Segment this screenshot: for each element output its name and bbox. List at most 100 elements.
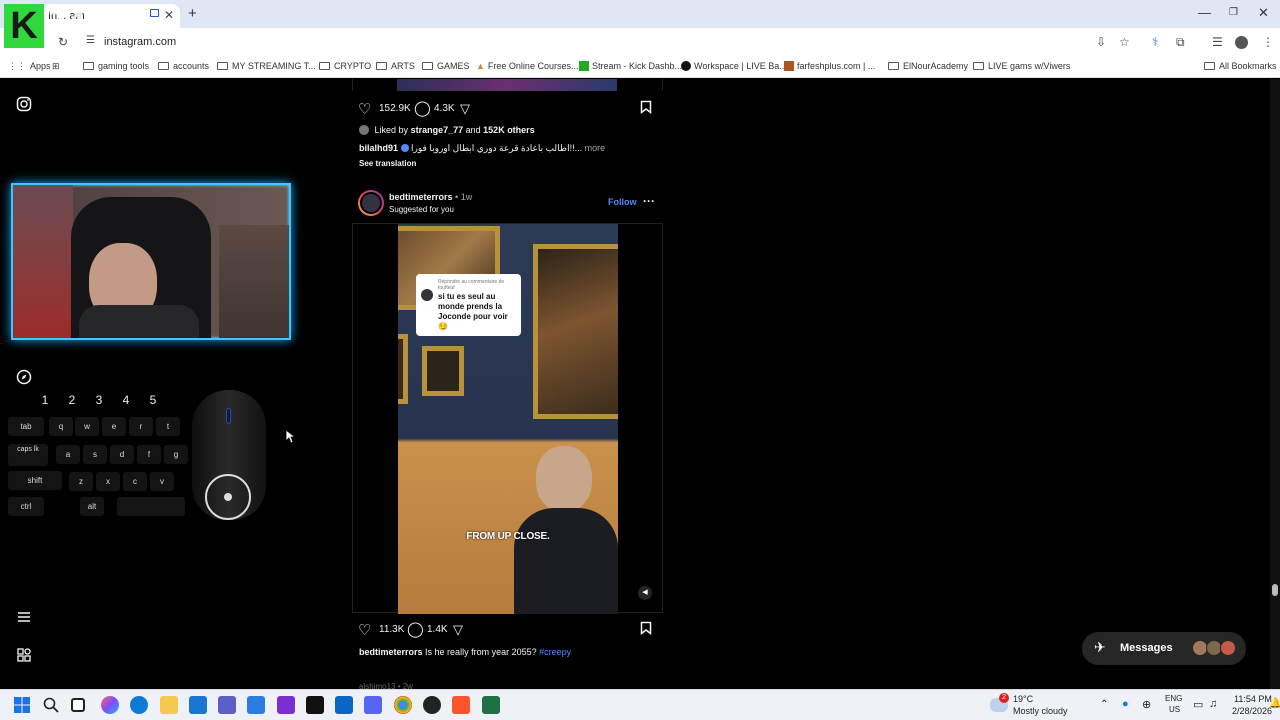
key-d: d <box>110 445 134 464</box>
explore-icon[interactable] <box>14 369 34 389</box>
extensions-puzzle-icon[interactable]: ⧉ <box>1176 35 1185 50</box>
chrome-icon[interactable] <box>394 696 412 714</box>
menu-kebab-icon[interactable]: ⋮ <box>1262 35 1274 49</box>
page-scrollbar[interactable] <box>1270 79 1280 689</box>
hashtag-link[interactable]: #creepy <box>539 647 571 657</box>
bookmark-folder[interactable]: ElNourAcademy <box>888 61 968 71</box>
bookmark-star-icon[interactable]: ☆ <box>1119 35 1130 49</box>
comment-icon[interactable]: ◯ <box>414 99 431 117</box>
save-bookmark-icon[interactable] <box>640 621 652 639</box>
post-options-icon[interactable]: ··· <box>643 194 655 208</box>
more-link[interactable]: more <box>585 143 606 153</box>
post-video[interactable]: Répondre au commentaire de toufteuf si t… <box>352 223 663 614</box>
bookmark-folder[interactable]: ARTS <box>376 61 415 71</box>
search-icon[interactable] <box>42 696 60 714</box>
tab-groups-icon[interactable]: ⊞ <box>52 61 60 72</box>
display-icon[interactable]: ▭ <box>1193 698 1203 711</box>
notification-bell-icon[interactable]: 🔔 <box>1269 698 1280 709</box>
all-bookmarks[interactable]: All Bookmarks <box>1204 61 1277 71</box>
folder-icon <box>376 62 387 70</box>
new-tab-icon[interactable]: + <box>188 5 197 22</box>
clock-date[interactable]: 2/28/2026 <box>1232 706 1272 716</box>
bookmark-link[interactable]: farfeshplus.com | ... <box>784 61 875 71</box>
bookmark-link[interactable]: ▲ Free Online Courses... <box>476 61 578 71</box>
bookmark-folder[interactable]: CRYPTO <box>319 61 371 71</box>
weather-temp[interactable]: 19°C <box>1013 694 1033 704</box>
key-shift: shift <box>8 471 62 490</box>
weather-desc[interactable]: Mostly cloudy <box>1013 706 1068 716</box>
restore-icon[interactable]: ❐ <box>1229 7 1238 18</box>
comment-count: 4.3K <box>434 103 455 114</box>
more-menu-icon[interactable] <box>14 609 34 629</box>
bookmark-apps[interactable]: ⋮⋮ Apps <box>8 61 51 72</box>
vscode-icon[interactable] <box>247 696 265 714</box>
profile-avatar[interactable] <box>1235 36 1248 49</box>
messages-button[interactable]: ✈ Messages <box>1082 632 1246 665</box>
post-author-avatar[interactable] <box>358 190 384 216</box>
apps-grid-icon: ⋮⋮ <box>8 61 26 71</box>
bookmark-link[interactable]: Stream - Kick Dashb... <box>579 61 682 71</box>
bookmark-folder[interactable]: accounts <box>158 61 209 71</box>
caption-text: اطالب باعادة قرعة دوري ابطال اوروبا فورا… <box>411 143 583 153</box>
previous-post-frame <box>352 79 663 91</box>
address-bar[interactable]: instagram.com <box>104 36 176 48</box>
tray-chevron-icon[interactable]: ⌃ <box>1100 699 1108 710</box>
discord-icon[interactable] <box>364 696 382 714</box>
close-window-icon[interactable]: ✕ <box>1258 5 1269 21</box>
obs-icon[interactable] <box>423 696 441 714</box>
comment-icon[interactable]: ◯ <box>407 620 424 638</box>
liked-by-others-link[interactable]: 152K others <box>483 125 535 135</box>
start-icon[interactable] <box>13 696 31 714</box>
teams-icon[interactable] <box>218 696 236 714</box>
extension-icon[interactable]: ⚕ <box>1152 35 1159 49</box>
save-bookmark-icon[interactable] <box>640 100 652 118</box>
install-app-icon[interactable]: ⇩ <box>1096 35 1106 49</box>
bookmark-link[interactable]: Workspace | LIVE Ba... <box>681 61 787 71</box>
like-heart-icon[interactable]: ♡ <box>358 621 371 639</box>
language-1[interactable]: ENG <box>1165 694 1182 703</box>
file-explorer-icon[interactable] <box>160 696 178 714</box>
brave-icon[interactable] <box>452 696 470 714</box>
language-2[interactable]: US <box>1169 705 1180 714</box>
share-icon[interactable]: ▽ <box>460 101 470 117</box>
bookmark-folder[interactable]: gaming tools <box>83 61 149 71</box>
edge-icon[interactable] <box>130 696 148 714</box>
network-icon[interactable]: ⊕ <box>1142 698 1151 711</box>
excel-icon[interactable] <box>482 696 500 714</box>
also-from-meta-icon[interactable] <box>14 647 34 667</box>
reading-list-icon[interactable]: ☰ <box>1212 35 1223 49</box>
share-icon[interactable]: ▽ <box>453 622 463 638</box>
scrollbar-thumb[interactable] <box>1272 584 1278 596</box>
post-author[interactable]: bedtimeterrors <box>389 192 453 202</box>
mouse-wheel <box>226 408 231 424</box>
key-g: g <box>164 445 188 464</box>
see-translation-link[interactable]: See translation <box>359 159 416 168</box>
instagram-sidebar <box>0 79 48 689</box>
message-avatar <box>1220 640 1236 656</box>
twitch-icon[interactable] <box>277 696 295 714</box>
store-icon[interactable] <box>189 696 207 714</box>
follow-button[interactable]: Follow <box>608 197 637 207</box>
caption-author[interactable]: bilalhd91 <box>359 143 398 153</box>
caption-author[interactable]: bedtimeterrors <box>359 647 423 657</box>
bookmark-folder[interactable]: LIVE gams w/Viwers <box>973 61 1070 71</box>
volume-icon[interactable]: ♫ <box>1209 698 1217 710</box>
logo-letter: K <box>4 4 44 48</box>
liker-username[interactable]: strange7_77 <box>411 125 464 135</box>
minimize-icon[interactable]: — <box>1198 5 1211 20</box>
instagram-logo-icon[interactable] <box>14 96 34 116</box>
mute-icon[interactable]: ◀ <box>638 586 652 600</box>
bookmark-folder[interactable]: GAMES <box>422 61 470 71</box>
key-4: 4 <box>122 393 130 407</box>
microphone-icon[interactable]: ● <box>1122 698 1129 710</box>
copilot-icon[interactable] <box>101 696 119 714</box>
post-actions: ♡ 152.9K ◯ 4.3K ▽ <box>358 100 658 120</box>
bookmark-folder[interactable]: MY STREAMING T... <box>217 61 316 71</box>
task-view-icon[interactable] <box>71 698 85 712</box>
x-icon[interactable] <box>306 696 324 714</box>
linkedin-icon[interactable] <box>335 696 353 714</box>
like-heart-icon[interactable]: ♡ <box>358 100 371 118</box>
close-tab-icon[interactable]: ✕ <box>164 8 174 22</box>
clock-time[interactable]: 11:54 PM <box>1234 694 1272 704</box>
reply-sub: Répondre au commentaire de toufteuf <box>438 279 505 291</box>
